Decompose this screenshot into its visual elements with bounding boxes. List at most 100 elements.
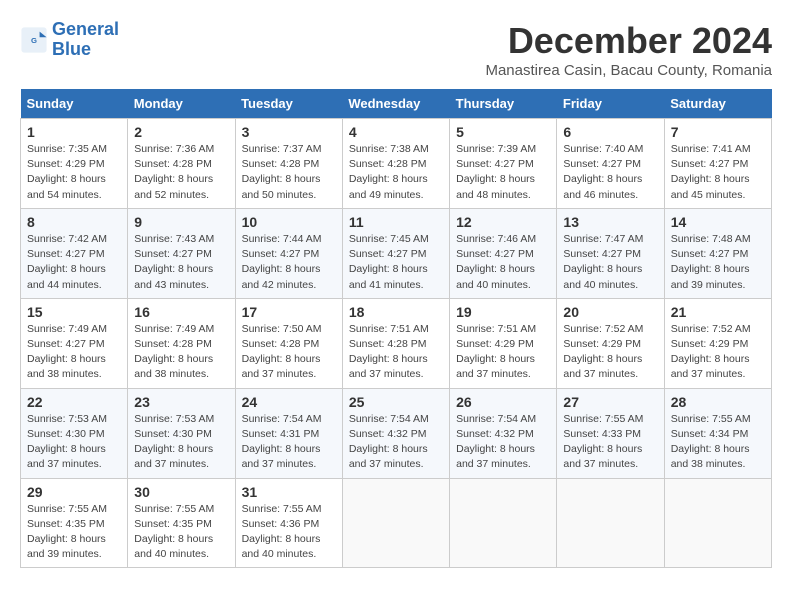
day-info: Sunrise: 7:43 AMSunset: 4:27 PMDaylight:… [134,233,214,291]
day-info: Sunrise: 7:55 AMSunset: 4:33 PMDaylight:… [563,413,643,471]
day-cell: 23 Sunrise: 7:53 AMSunset: 4:30 PMDaylig… [128,388,235,478]
day-number: 16 [134,304,228,320]
day-number: 31 [242,484,336,500]
day-info: Sunrise: 7:37 AMSunset: 4:28 PMDaylight:… [242,143,322,201]
day-cell: 14 Sunrise: 7:48 AMSunset: 4:27 PMDaylig… [664,208,771,298]
day-info: Sunrise: 7:55 AMSunset: 4:34 PMDaylight:… [671,413,751,471]
day-cell: 16 Sunrise: 7:49 AMSunset: 4:28 PMDaylig… [128,298,235,388]
logo-icon: G [20,26,48,54]
day-cell: 28 Sunrise: 7:55 AMSunset: 4:34 PMDaylig… [664,388,771,478]
day-cell: 11 Sunrise: 7:45 AMSunset: 4:27 PMDaylig… [342,208,449,298]
day-info: Sunrise: 7:44 AMSunset: 4:27 PMDaylight:… [242,233,322,291]
day-number: 23 [134,394,228,410]
day-number: 10 [242,214,336,230]
day-number: 2 [134,124,228,140]
day-info: Sunrise: 7:46 AMSunset: 4:27 PMDaylight:… [456,233,536,291]
day-cell: 22 Sunrise: 7:53 AMSunset: 4:30 PMDaylig… [21,388,128,478]
calendar-table: SundayMondayTuesdayWednesdayThursdayFrid… [20,89,772,568]
day-number: 3 [242,124,336,140]
day-cell: 19 Sunrise: 7:51 AMSunset: 4:29 PMDaylig… [450,298,557,388]
day-cell: 7 Sunrise: 7:41 AMSunset: 4:27 PMDayligh… [664,119,771,209]
day-number: 28 [671,394,765,410]
day-cell: 17 Sunrise: 7:50 AMSunset: 4:28 PMDaylig… [235,298,342,388]
header-row: SundayMondayTuesdayWednesdayThursdayFrid… [21,89,772,119]
day-cell: 2 Sunrise: 7:36 AMSunset: 4:28 PMDayligh… [128,119,235,209]
day-number: 5 [456,124,550,140]
day-cell [664,478,771,568]
day-number: 14 [671,214,765,230]
week-row-4: 22 Sunrise: 7:53 AMSunset: 4:30 PMDaylig… [21,388,772,478]
day-info: Sunrise: 7:42 AMSunset: 4:27 PMDaylight:… [27,233,107,291]
day-number: 30 [134,484,228,500]
day-cell: 27 Sunrise: 7:55 AMSunset: 4:33 PMDaylig… [557,388,664,478]
header-cell-friday: Friday [557,89,664,119]
week-row-2: 8 Sunrise: 7:42 AMSunset: 4:27 PMDayligh… [21,208,772,298]
day-info: Sunrise: 7:53 AMSunset: 4:30 PMDaylight:… [27,413,107,471]
title-area: December 2024 Manastirea Casin, Bacau Co… [485,20,772,79]
day-info: Sunrise: 7:54 AMSunset: 4:32 PMDaylight:… [456,413,536,471]
day-cell: 20 Sunrise: 7:52 AMSunset: 4:29 PMDaylig… [557,298,664,388]
day-cell: 10 Sunrise: 7:44 AMSunset: 4:27 PMDaylig… [235,208,342,298]
day-info: Sunrise: 7:36 AMSunset: 4:28 PMDaylight:… [134,143,214,201]
logo-text: General Blue [52,20,119,60]
day-cell: 18 Sunrise: 7:51 AMSunset: 4:28 PMDaylig… [342,298,449,388]
day-number: 19 [456,304,550,320]
day-number: 20 [563,304,657,320]
day-cell: 1 Sunrise: 7:35 AMSunset: 4:29 PMDayligh… [21,119,128,209]
day-number: 18 [349,304,443,320]
day-number: 27 [563,394,657,410]
week-row-3: 15 Sunrise: 7:49 AMSunset: 4:27 PMDaylig… [21,298,772,388]
logo: G General Blue [20,20,119,60]
day-number: 6 [563,124,657,140]
day-cell: 31 Sunrise: 7:55 AMSunset: 4:36 PMDaylig… [235,478,342,568]
week-row-1: 1 Sunrise: 7:35 AMSunset: 4:29 PMDayligh… [21,119,772,209]
day-info: Sunrise: 7:54 AMSunset: 4:31 PMDaylight:… [242,413,322,471]
day-info: Sunrise: 7:35 AMSunset: 4:29 PMDaylight:… [27,143,107,201]
day-number: 13 [563,214,657,230]
svg-text:G: G [31,36,37,45]
day-number: 1 [27,124,121,140]
logo-line1: General [52,19,119,39]
day-number: 12 [456,214,550,230]
header-cell-sunday: Sunday [21,89,128,119]
header-cell-saturday: Saturday [664,89,771,119]
day-info: Sunrise: 7:51 AMSunset: 4:29 PMDaylight:… [456,323,536,381]
day-cell: 4 Sunrise: 7:38 AMSunset: 4:28 PMDayligh… [342,119,449,209]
day-cell: 13 Sunrise: 7:47 AMSunset: 4:27 PMDaylig… [557,208,664,298]
day-cell: 25 Sunrise: 7:54 AMSunset: 4:32 PMDaylig… [342,388,449,478]
day-cell: 12 Sunrise: 7:46 AMSunset: 4:27 PMDaylig… [450,208,557,298]
day-number: 24 [242,394,336,410]
day-cell: 30 Sunrise: 7:55 AMSunset: 4:35 PMDaylig… [128,478,235,568]
logo-line2: Blue [52,39,91,59]
day-info: Sunrise: 7:50 AMSunset: 4:28 PMDaylight:… [242,323,322,381]
day-info: Sunrise: 7:55 AMSunset: 4:35 PMDaylight:… [27,503,107,561]
day-info: Sunrise: 7:54 AMSunset: 4:32 PMDaylight:… [349,413,429,471]
day-cell: 6 Sunrise: 7:40 AMSunset: 4:27 PMDayligh… [557,119,664,209]
day-cell: 3 Sunrise: 7:37 AMSunset: 4:28 PMDayligh… [235,119,342,209]
day-info: Sunrise: 7:39 AMSunset: 4:27 PMDaylight:… [456,143,536,201]
day-number: 22 [27,394,121,410]
day-number: 9 [134,214,228,230]
header-cell-wednesday: Wednesday [342,89,449,119]
day-info: Sunrise: 7:49 AMSunset: 4:28 PMDaylight:… [134,323,214,381]
subtitle: Manastirea Casin, Bacau County, Romania [485,62,772,79]
day-info: Sunrise: 7:47 AMSunset: 4:27 PMDaylight:… [563,233,643,291]
day-number: 15 [27,304,121,320]
day-cell: 15 Sunrise: 7:49 AMSunset: 4:27 PMDaylig… [21,298,128,388]
day-cell [450,478,557,568]
day-info: Sunrise: 7:41 AMSunset: 4:27 PMDaylight:… [671,143,751,201]
day-number: 21 [671,304,765,320]
day-info: Sunrise: 7:51 AMSunset: 4:28 PMDaylight:… [349,323,429,381]
day-number: 11 [349,214,443,230]
header: G General Blue December 2024 Manastirea … [20,20,772,79]
day-info: Sunrise: 7:53 AMSunset: 4:30 PMDaylight:… [134,413,214,471]
day-number: 17 [242,304,336,320]
day-info: Sunrise: 7:55 AMSunset: 4:35 PMDaylight:… [134,503,214,561]
day-number: 25 [349,394,443,410]
day-cell [557,478,664,568]
day-cell: 29 Sunrise: 7:55 AMSunset: 4:35 PMDaylig… [21,478,128,568]
day-number: 4 [349,124,443,140]
day-info: Sunrise: 7:40 AMSunset: 4:27 PMDaylight:… [563,143,643,201]
day-cell: 26 Sunrise: 7:54 AMSunset: 4:32 PMDaylig… [450,388,557,478]
header-cell-tuesday: Tuesday [235,89,342,119]
